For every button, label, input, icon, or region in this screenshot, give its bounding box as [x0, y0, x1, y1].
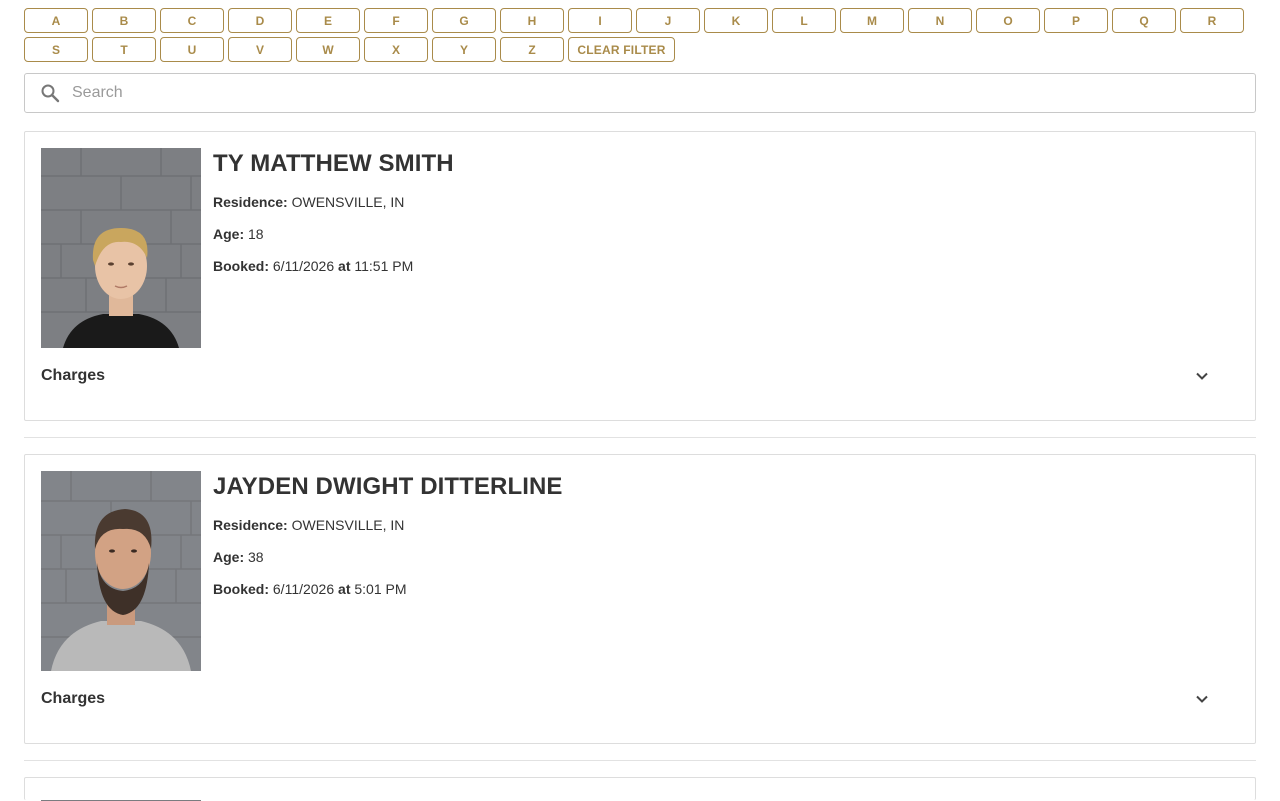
booked-field: Booked: 6/11/2026 at 11:51 PM: [213, 258, 414, 274]
age-field: Age: 38: [213, 549, 264, 565]
letter-filter-g[interactable]: G: [432, 8, 496, 33]
letter-filter-o[interactable]: O: [976, 8, 1040, 33]
booked-date: 6/11/2026: [272, 258, 335, 274]
residence-field: Residence: OWENSVILLE, IN: [213, 517, 405, 533]
letter-filter-i[interactable]: I: [568, 8, 632, 33]
letter-filter-bar: A B C D E F G H I J K L M N O P Q R S T …: [24, 8, 1264, 62]
letter-filter-k[interactable]: K: [704, 8, 768, 33]
letter-filter-l[interactable]: L: [772, 8, 836, 33]
clear-filter-button[interactable]: CLEAR FILTER: [568, 37, 675, 62]
search-input[interactable]: [70, 74, 1255, 112]
inmate-info: JAYDEN DWIGHT DITTERLINE Residence: OWEN…: [213, 473, 563, 597]
inmate-info: TY MATTHEW SMITH Residence: OWENSVILLE, …: [213, 150, 454, 274]
search-bar: [24, 73, 1256, 113]
letter-filter-x[interactable]: X: [364, 37, 428, 62]
inmate-card: [24, 777, 1256, 801]
inmate-card: JAYDEN DWIGHT DITTERLINE Residence: OWEN…: [24, 454, 1256, 744]
letter-filter-a[interactable]: A: [24, 8, 88, 33]
card-divider: [24, 437, 1256, 438]
mugshot-photo: [41, 148, 201, 348]
residence-field: Residence: OWENSVILLE, IN: [213, 194, 405, 210]
letter-filter-e[interactable]: E: [296, 8, 360, 33]
chevron-down-icon[interactable]: [1194, 691, 1210, 707]
letter-filter-f[interactable]: F: [364, 8, 428, 33]
inmate-card: TY MATTHEW SMITH Residence: OWENSVILLE, …: [24, 131, 1256, 421]
charges-label: Charges: [41, 690, 106, 707]
letter-filter-h[interactable]: H: [500, 8, 564, 33]
letter-filter-q[interactable]: Q: [1112, 8, 1176, 33]
age-value: 18: [248, 226, 264, 242]
letter-filter-c[interactable]: C: [160, 8, 224, 33]
booked-field: Booked: 6/11/2026 at 5:01 PM: [213, 581, 407, 597]
residence-value: OWENSVILLE, IN: [291, 517, 405, 533]
chevron-down-icon[interactable]: [1194, 368, 1210, 384]
inmate-name: TY MATTHEW SMITH: [213, 150, 454, 177]
mugshot-photo: [41, 471, 201, 671]
card-divider: [24, 760, 1256, 761]
booked-date: 6/11/2026: [272, 581, 335, 597]
charges-label: Charges: [41, 367, 106, 384]
letter-filter-y[interactable]: Y: [432, 37, 496, 62]
charges-toggle[interactable]: Charges: [41, 689, 1239, 709]
charges-toggle[interactable]: Charges: [41, 366, 1239, 386]
inmate-name: JAYDEN DWIGHT DITTERLINE: [213, 473, 563, 500]
letter-filter-s[interactable]: S: [24, 37, 88, 62]
letter-filter-w[interactable]: W: [296, 37, 360, 62]
letter-filter-r[interactable]: R: [1180, 8, 1244, 33]
letter-filter-t[interactable]: T: [92, 37, 156, 62]
letter-filter-n[interactable]: N: [908, 8, 972, 33]
letter-filter-d[interactable]: D: [228, 8, 292, 33]
letter-filter-p[interactable]: P: [1044, 8, 1108, 33]
residence-value: OWENSVILLE, IN: [291, 194, 405, 210]
letter-filter-b[interactable]: B: [92, 8, 156, 33]
booked-time: 11:51 PM: [354, 258, 414, 274]
age-value: 38: [248, 549, 264, 565]
letter-filter-j[interactable]: J: [636, 8, 700, 33]
search-icon: [40, 83, 60, 103]
letter-filter-m[interactable]: M: [840, 8, 904, 33]
age-field: Age: 18: [213, 226, 264, 242]
booked-time: 5:01 PM: [354, 581, 407, 597]
letter-filter-v[interactable]: V: [228, 37, 292, 62]
letter-filter-u[interactable]: U: [160, 37, 224, 62]
letter-filter-z[interactable]: Z: [500, 37, 564, 62]
